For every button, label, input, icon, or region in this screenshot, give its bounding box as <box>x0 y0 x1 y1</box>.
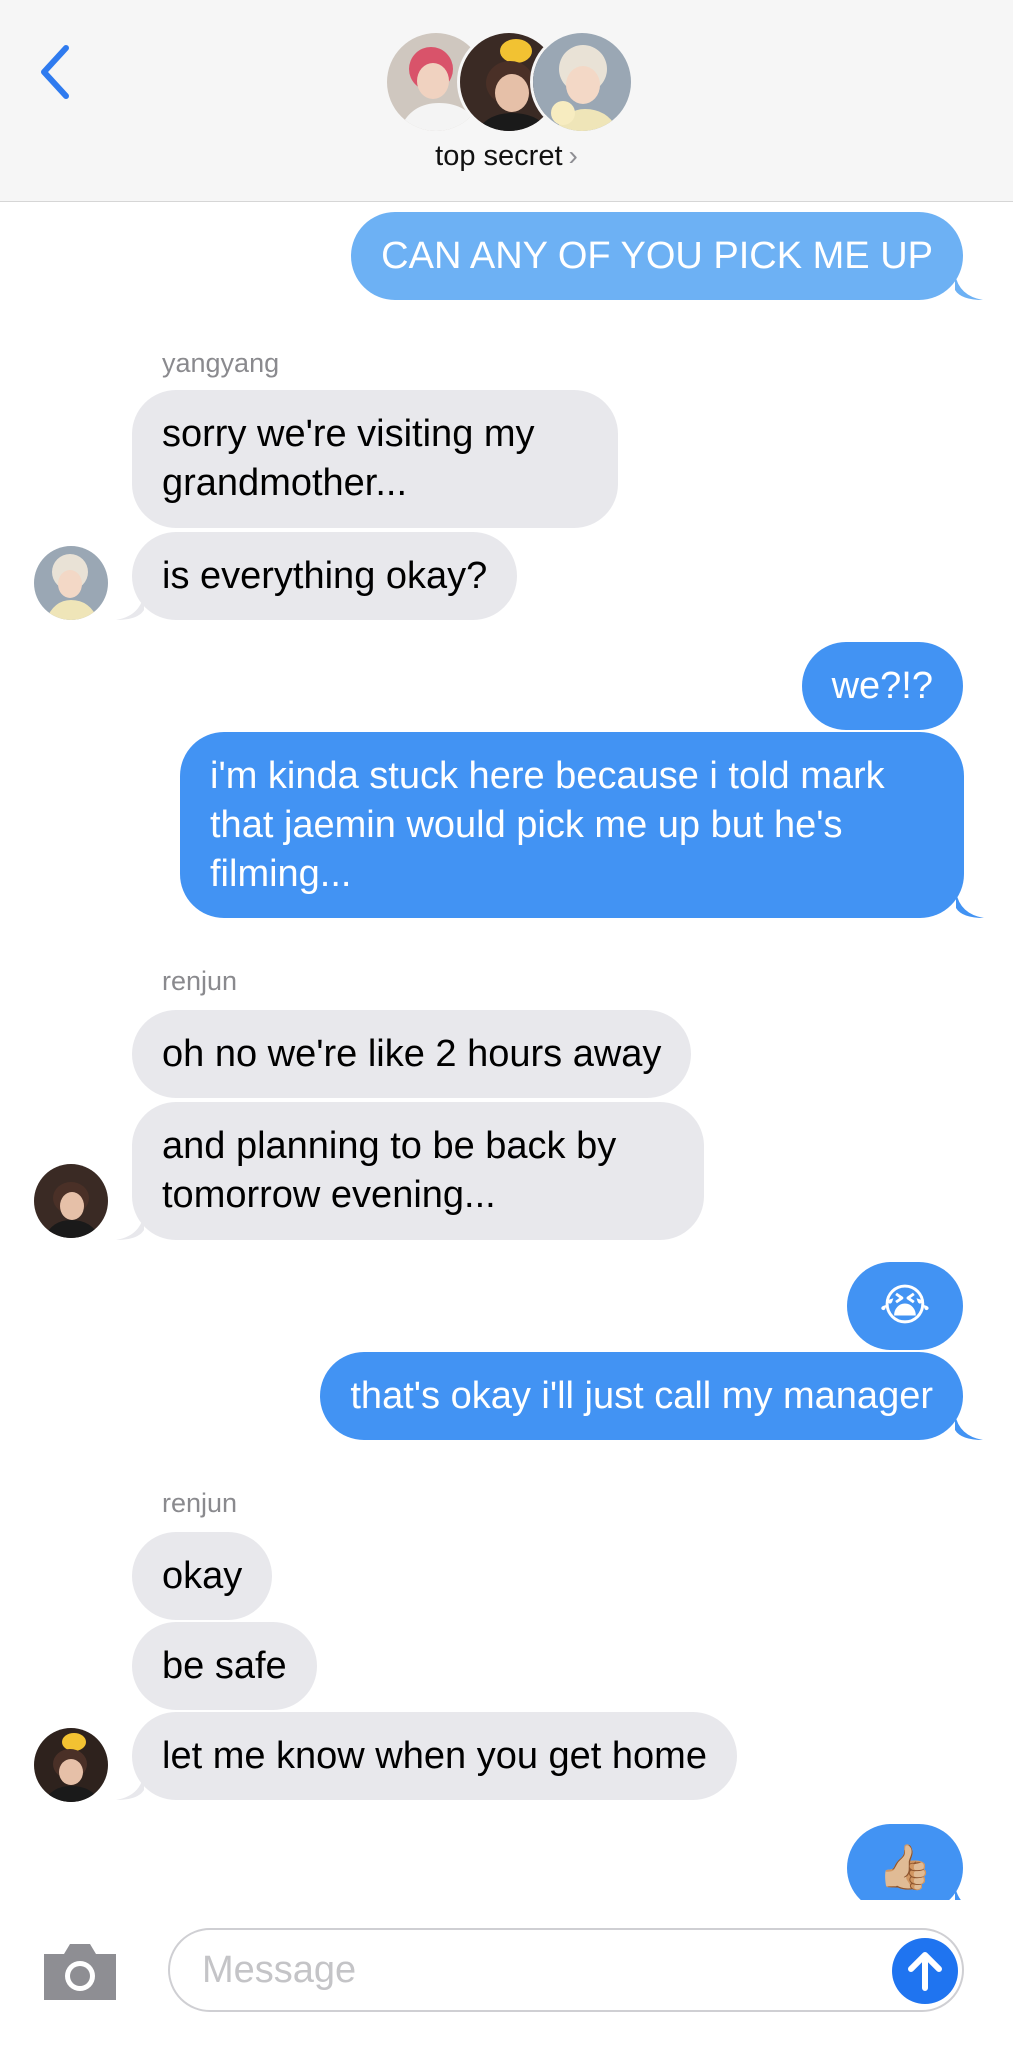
sender-name: yangyang <box>162 348 280 378</box>
outgoing-message[interactable]: 👍🏼 <box>847 1824 983 1912</box>
bubble-tail <box>956 892 984 918</box>
incoming-message[interactable]: is everything okay? <box>116 532 518 620</box>
group-name-label: top secret <box>435 140 563 172</box>
group-avatars[interactable] <box>384 30 634 134</box>
message-text: oh no we're like 2 hours away <box>162 1032 662 1075</box>
bubble-tail <box>116 1214 144 1240</box>
message-text: is everything okay? <box>162 554 488 597</box>
outgoing-message[interactable]: CAN ANY OF YOU PICK ME UP <box>351 212 983 300</box>
contact-avatar[interactable] <box>34 546 108 620</box>
message-text: we?!? <box>831 664 933 707</box>
incoming-message[interactable]: and planning to be back by tomorrow even… <box>116 1102 704 1240</box>
crying-emoji: 😭 <box>879 1281 931 1330</box>
camera-icon <box>44 1944 116 2000</box>
message-text: CAN ANY OF YOU PICK ME UP <box>381 234 933 277</box>
incoming-message[interactable]: oh no we're like 2 hours away <box>132 1010 692 1098</box>
arrow-up-icon <box>908 1952 942 1991</box>
bubble-tail <box>955 1414 983 1440</box>
sender-name: renjun <box>162 1488 238 1518</box>
contact-avatar[interactable] <box>34 1728 108 1802</box>
outgoing-message[interactable]: that's okay i'll just call my manager <box>320 1352 983 1440</box>
message-text: and planning to be back by tomorrow even… <box>162 1125 617 1216</box>
outgoing-message[interactable]: we?!? <box>801 642 963 730</box>
bubble-tail <box>955 274 983 300</box>
contact-avatar[interactable] <box>34 1164 108 1238</box>
sender-name: renjun <box>162 966 238 996</box>
send-button[interactable] <box>892 1938 958 2004</box>
outgoing-message[interactable]: i'm kinda stuck here because i told mark… <box>180 732 984 918</box>
chevron-right-icon: › <box>568 140 578 171</box>
compose-bar <box>0 1900 1013 2048</box>
message-thread[interactable]: CAN ANY OF YOU PICK ME UP yangyang sorry… <box>0 202 1013 1912</box>
outgoing-message[interactable]: 😭 <box>847 1262 963 1350</box>
conversation-header: top secret › <box>0 0 1013 202</box>
message-input[interactable] <box>168 1928 964 2012</box>
incoming-message[interactable]: be safe <box>132 1622 317 1710</box>
message-text: let me know when you get home <box>162 1734 707 1777</box>
message-text: be safe <box>162 1644 287 1687</box>
thumbs-up-emoji: 👍🏼 <box>877 1843 933 1892</box>
group-name[interactable]: top secret › <box>0 140 1013 173</box>
message-text: okay <box>162 1554 243 1597</box>
message-text: that's okay i'll just call my manager <box>350 1374 933 1417</box>
message-text: sorry we're visiting my grandmother... <box>162 413 535 504</box>
message-text: i'm kinda stuck here because i told mark… <box>210 754 885 895</box>
camera-button[interactable] <box>40 1940 120 2004</box>
incoming-message[interactable]: okay <box>132 1532 273 1620</box>
bubble-tail <box>116 1774 144 1800</box>
chevron-left-icon <box>41 45 69 99</box>
back-button[interactable] <box>36 42 76 102</box>
incoming-message[interactable]: sorry we're visiting my grandmother... <box>132 390 618 528</box>
incoming-message[interactable]: let me know when you get home <box>116 1712 737 1800</box>
bubble-tail <box>116 594 144 620</box>
member-avatar <box>530 30 634 134</box>
